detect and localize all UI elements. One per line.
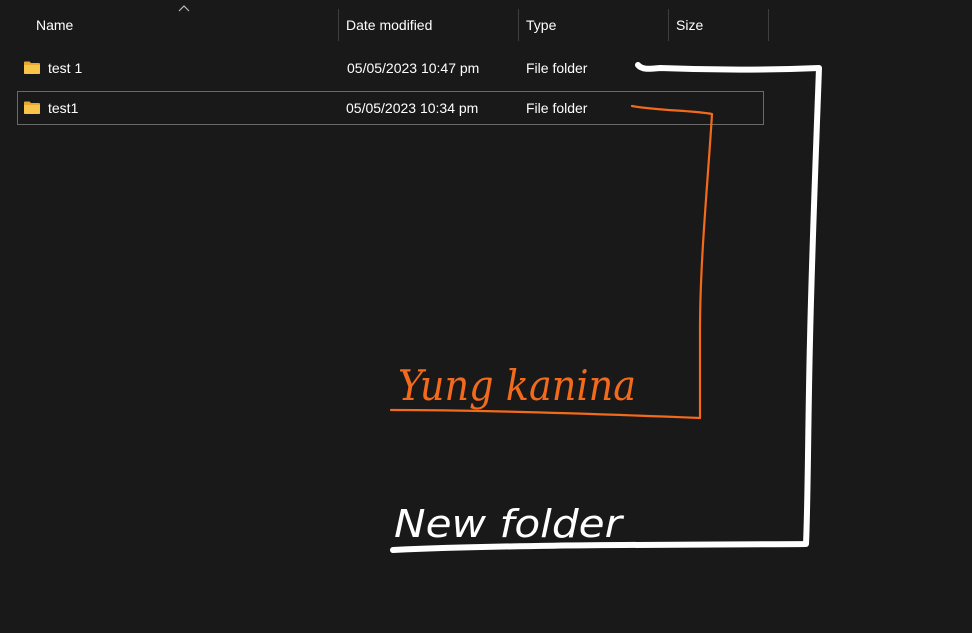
column-header-size[interactable]: Size — [676, 8, 766, 42]
column-resize-handle[interactable] — [768, 9, 769, 41]
file-row[interactable]: test 1 05/05/2023 10:47 pm File folder — [17, 51, 764, 85]
column-header-type-label: Type — [526, 17, 557, 33]
column-header-type[interactable]: Type — [526, 8, 666, 42]
column-resize-handle[interactable] — [518, 9, 519, 41]
column-resize-handle[interactable] — [668, 9, 669, 41]
column-header-date-label: Date modified — [346, 17, 433, 33]
column-header-date-modified[interactable]: Date modified — [346, 8, 516, 42]
folder-icon — [24, 61, 40, 74]
file-explorer-details-view: Name Date modified Type Size test 1 05/0… — [0, 0, 972, 633]
file-date-modified: 05/05/2023 10:34 pm — [346, 100, 479, 116]
file-name: test 1 — [48, 60, 83, 76]
column-header-bar: Name Date modified Type Size — [0, 0, 972, 50]
column-header-size-label: Size — [676, 17, 704, 33]
file-date-modified: 05/05/2023 10:47 pm — [347, 60, 480, 76]
column-header-name[interactable]: Name — [36, 8, 336, 42]
file-type: File folder — [526, 60, 588, 76]
folder-icon — [24, 101, 40, 114]
white-ink-label: New folder — [394, 502, 625, 546]
file-name: test1 — [48, 100, 79, 116]
white-ink-bracket — [390, 62, 822, 553]
file-row-selected[interactable]: test1 05/05/2023 10:34 pm File folder — [17, 91, 764, 125]
file-type: File folder — [526, 100, 588, 116]
column-resize-handle[interactable] — [338, 9, 339, 41]
column-header-name-label: Name — [36, 17, 74, 33]
orange-ink-label: Yung kanina — [398, 361, 636, 410]
orange-ink-bracket — [389, 104, 714, 420]
